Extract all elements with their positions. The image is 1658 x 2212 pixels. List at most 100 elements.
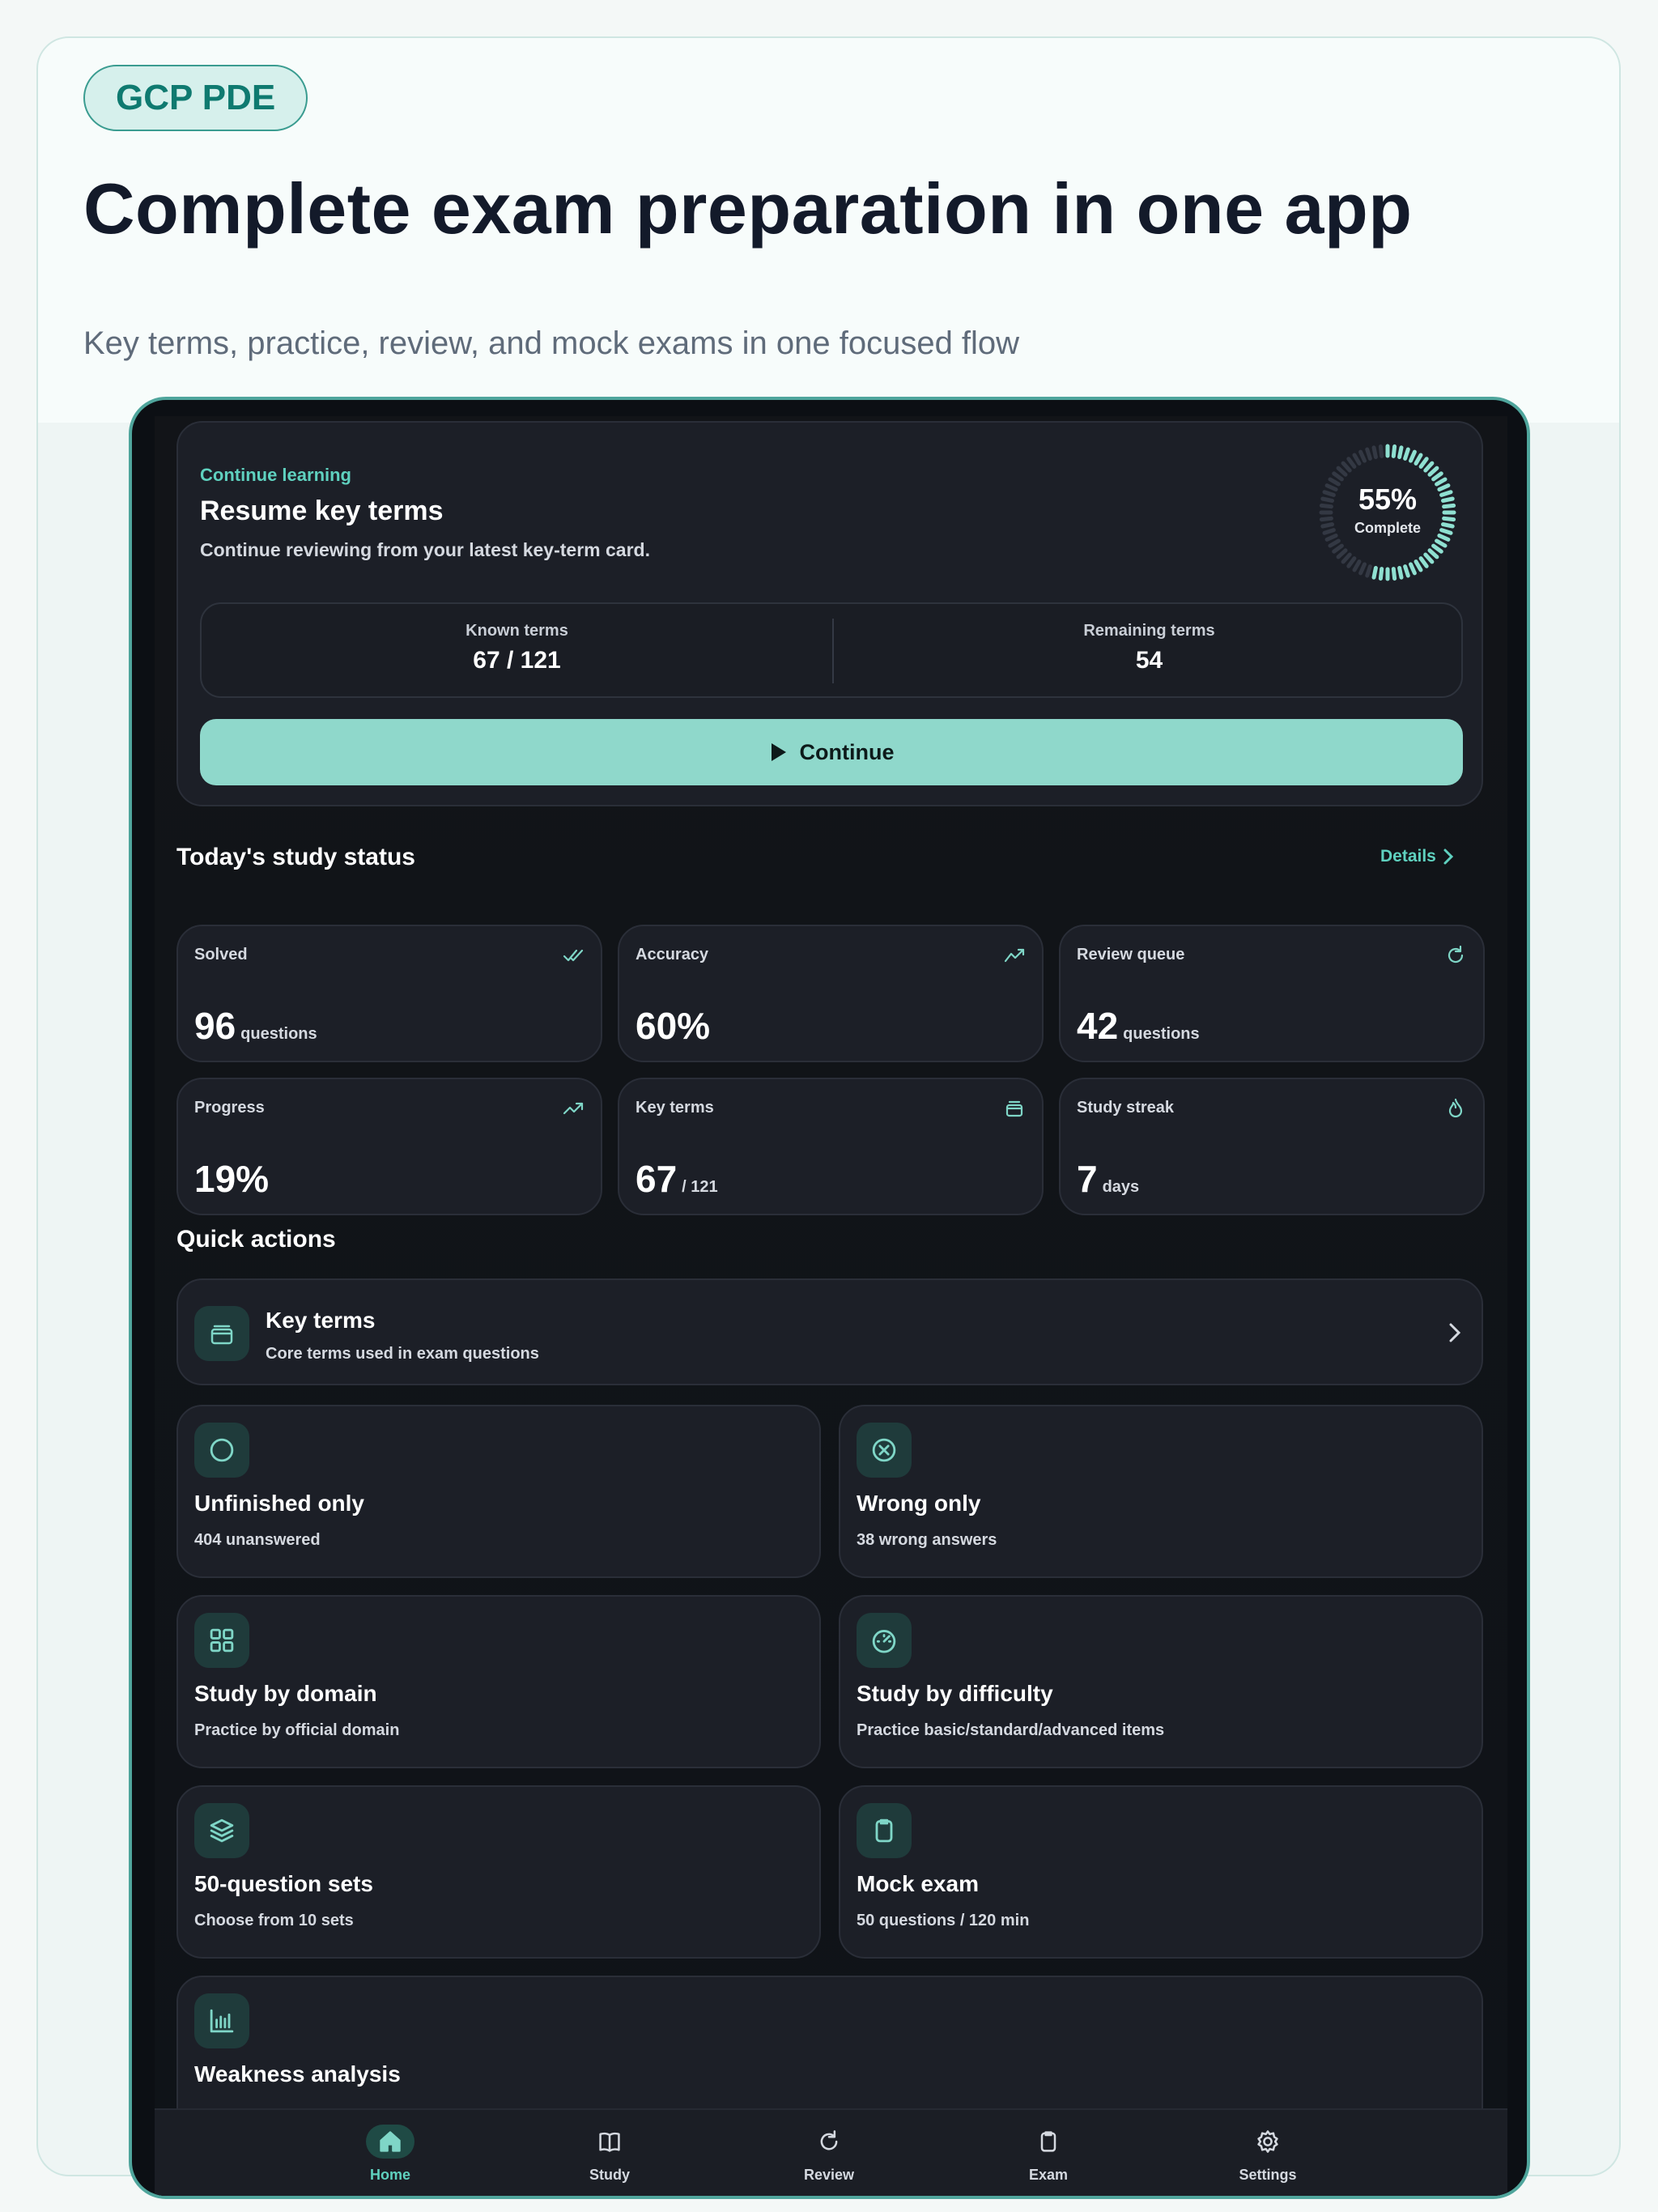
- circle-icon: [194, 1423, 249, 1478]
- exam-badge: GCP PDE: [83, 65, 308, 131]
- quick-action-title: Wrong only: [857, 1491, 981, 1516]
- stat-label: Review queue: [1077, 946, 1185, 963]
- quick-action-title: Study by difficulty: [857, 1681, 1053, 1706]
- stat-number: 96: [194, 1005, 236, 1047]
- stat-card-progress: Progress 19%: [176, 1078, 602, 1215]
- continue-subtitle: Continue reviewing from your latest key-…: [200, 539, 650, 560]
- clipboard-icon: [857, 1803, 912, 1858]
- x-circle-icon: [857, 1423, 912, 1478]
- quick-action-title: Mock exam: [857, 1871, 979, 1896]
- progress-label: Complete: [1354, 520, 1421, 536]
- stat-value: 60%: [636, 1004, 715, 1048]
- stat-card-study-streak: Study streak 7 days: [1059, 1078, 1485, 1215]
- stat-value: 19%: [194, 1157, 274, 1201]
- stat-number: 67: [636, 1158, 678, 1200]
- known-terms-value: 67 / 121: [473, 647, 561, 674]
- stat-label: Study streak: [1077, 1099, 1175, 1117]
- chevron-right-icon: [1443, 849, 1453, 865]
- hero-headline: Complete exam preparation in one app: [83, 168, 1413, 249]
- book-icon: [585, 2125, 634, 2159]
- quick-action-unfinished-only[interactable]: Unfinished only 404 unanswered: [176, 1405, 821, 1578]
- card-stack-icon: [1003, 1097, 1026, 1120]
- nav-item-study[interactable]: Study: [545, 2125, 674, 2184]
- key-terms-action-title: Key terms: [266, 1308, 376, 1333]
- play-icon: [771, 743, 786, 761]
- stat-label: Progress: [194, 1099, 265, 1117]
- stat-number: 60%: [636, 1005, 711, 1047]
- quick-action-mock-exam[interactable]: Mock exam 50 questions / 120 min: [839, 1785, 1483, 1959]
- stat-unit: questions: [240, 1025, 317, 1043]
- quick-action-study-by-difficulty[interactable]: Study by difficulty Practice basic/stand…: [839, 1595, 1483, 1768]
- nav-label: Exam: [1028, 2167, 1069, 2183]
- continue-learning-card: Continue learning Resume key terms Conti…: [176, 421, 1483, 806]
- continue-button-label: Continue: [799, 739, 895, 764]
- gear-icon: [1244, 2125, 1292, 2159]
- stat-number: 7: [1077, 1158, 1098, 1200]
- hero-subline: Key terms, practice, review, and mock ex…: [83, 325, 1020, 361]
- progress-percent: 55%: [1358, 483, 1418, 516]
- quick-action-subtitle: Practice by official domain: [194, 1721, 400, 1739]
- quick-action-study-by-domain[interactable]: Study by domain Practice by official dom…: [176, 1595, 821, 1768]
- home-icon: [366, 2125, 414, 2159]
- continue-eyebrow: Continue learning: [200, 465, 351, 485]
- continue-button[interactable]: Continue: [200, 719, 1463, 785]
- nav-label: Home: [369, 2167, 410, 2183]
- double-check-icon: [562, 944, 585, 967]
- stat-unit: / 121: [682, 1178, 718, 1196]
- remaining-terms-value: 54: [1135, 647, 1163, 674]
- stat-unit: days: [1102, 1178, 1140, 1196]
- terms-summary: Known terms 67 / 121 Remaining terms 54: [200, 602, 1463, 698]
- stat-card-solved: Solved 96 questions: [176, 925, 602, 1062]
- refresh-icon: [805, 2125, 853, 2159]
- quick-action-title: Unfinished only: [194, 1491, 364, 1516]
- stat-label: Key terms: [636, 1099, 714, 1117]
- key-terms-action-subtitle: Core terms used in exam questions: [266, 1345, 539, 1363]
- trending-up-icon: [562, 1097, 585, 1120]
- stat-number: 42: [1077, 1005, 1119, 1047]
- stat-label: Solved: [194, 946, 248, 963]
- refresh-icon: [1444, 944, 1467, 967]
- stat-value: 7 days: [1077, 1157, 1139, 1201]
- quick-action-subtitle: 38 wrong answers: [857, 1531, 997, 1549]
- quick-action-50-question-sets[interactable]: 50-question sets Choose from 10 sets: [176, 1785, 821, 1959]
- nav-item-exam[interactable]: Exam: [984, 2125, 1113, 2184]
- quick-actions-title: Quick actions: [176, 1226, 336, 1253]
- stat-card-review-queue: Review queue 42 questions: [1059, 925, 1485, 1062]
- nav-label: Study: [589, 2167, 630, 2183]
- quick-action-title: Study by domain: [194, 1681, 377, 1706]
- quick-action-title: Weakness analysis: [194, 2061, 401, 2087]
- stat-card-accuracy: Accuracy 60%: [618, 925, 1044, 1062]
- remaining-terms-label: Remaining terms: [1083, 622, 1215, 640]
- stat-label: Accuracy: [636, 946, 709, 963]
- nav-label: Settings: [1239, 2167, 1297, 2183]
- stat-unit: questions: [1123, 1025, 1200, 1043]
- nav-label: Review: [803, 2167, 855, 2183]
- continue-title: Resume key terms: [200, 496, 444, 526]
- known-terms-stat: Known terms 67 / 121: [202, 622, 832, 674]
- bar-chart-icon: [194, 1993, 249, 2048]
- nav-item-review[interactable]: Review: [764, 2125, 894, 2184]
- key-terms-action[interactable]: Key terms Core terms used in exam questi…: [176, 1278, 1483, 1385]
- app-screen: Continue learning Resume key terms Conti…: [155, 416, 1507, 2196]
- known-terms-label: Known terms: [466, 622, 568, 640]
- details-link[interactable]: Details: [1380, 847, 1454, 866]
- flame-icon: [1444, 1097, 1467, 1120]
- stat-value: 96 questions: [194, 1004, 317, 1048]
- card-stack-icon: [194, 1306, 249, 1361]
- quick-action-wrong-only[interactable]: Wrong only 38 wrong answers: [839, 1405, 1483, 1578]
- gauge-icon: [857, 1613, 912, 1668]
- details-label: Details: [1380, 847, 1436, 866]
- layers-icon: [194, 1803, 249, 1858]
- quick-action-subtitle: 404 unanswered: [194, 1531, 321, 1549]
- nav-item-home[interactable]: Home: [325, 2125, 455, 2184]
- remaining-terms-stat: Remaining terms 54: [834, 622, 1465, 674]
- nav-item-settings[interactable]: Settings: [1203, 2125, 1333, 2184]
- stat-value: 42 questions: [1077, 1004, 1200, 1048]
- study-status-title: Today's study status: [176, 844, 415, 870]
- quick-action-title: 50-question sets: [194, 1871, 373, 1896]
- chevron-right-icon: [1449, 1323, 1461, 1342]
- stat-card-key-terms: Key terms 67/ 121: [618, 1078, 1044, 1215]
- quick-action-subtitle: Choose from 10 sets: [194, 1912, 354, 1929]
- stat-number: 19%: [194, 1158, 270, 1200]
- quick-action-subtitle: 50 questions / 120 min: [857, 1912, 1030, 1929]
